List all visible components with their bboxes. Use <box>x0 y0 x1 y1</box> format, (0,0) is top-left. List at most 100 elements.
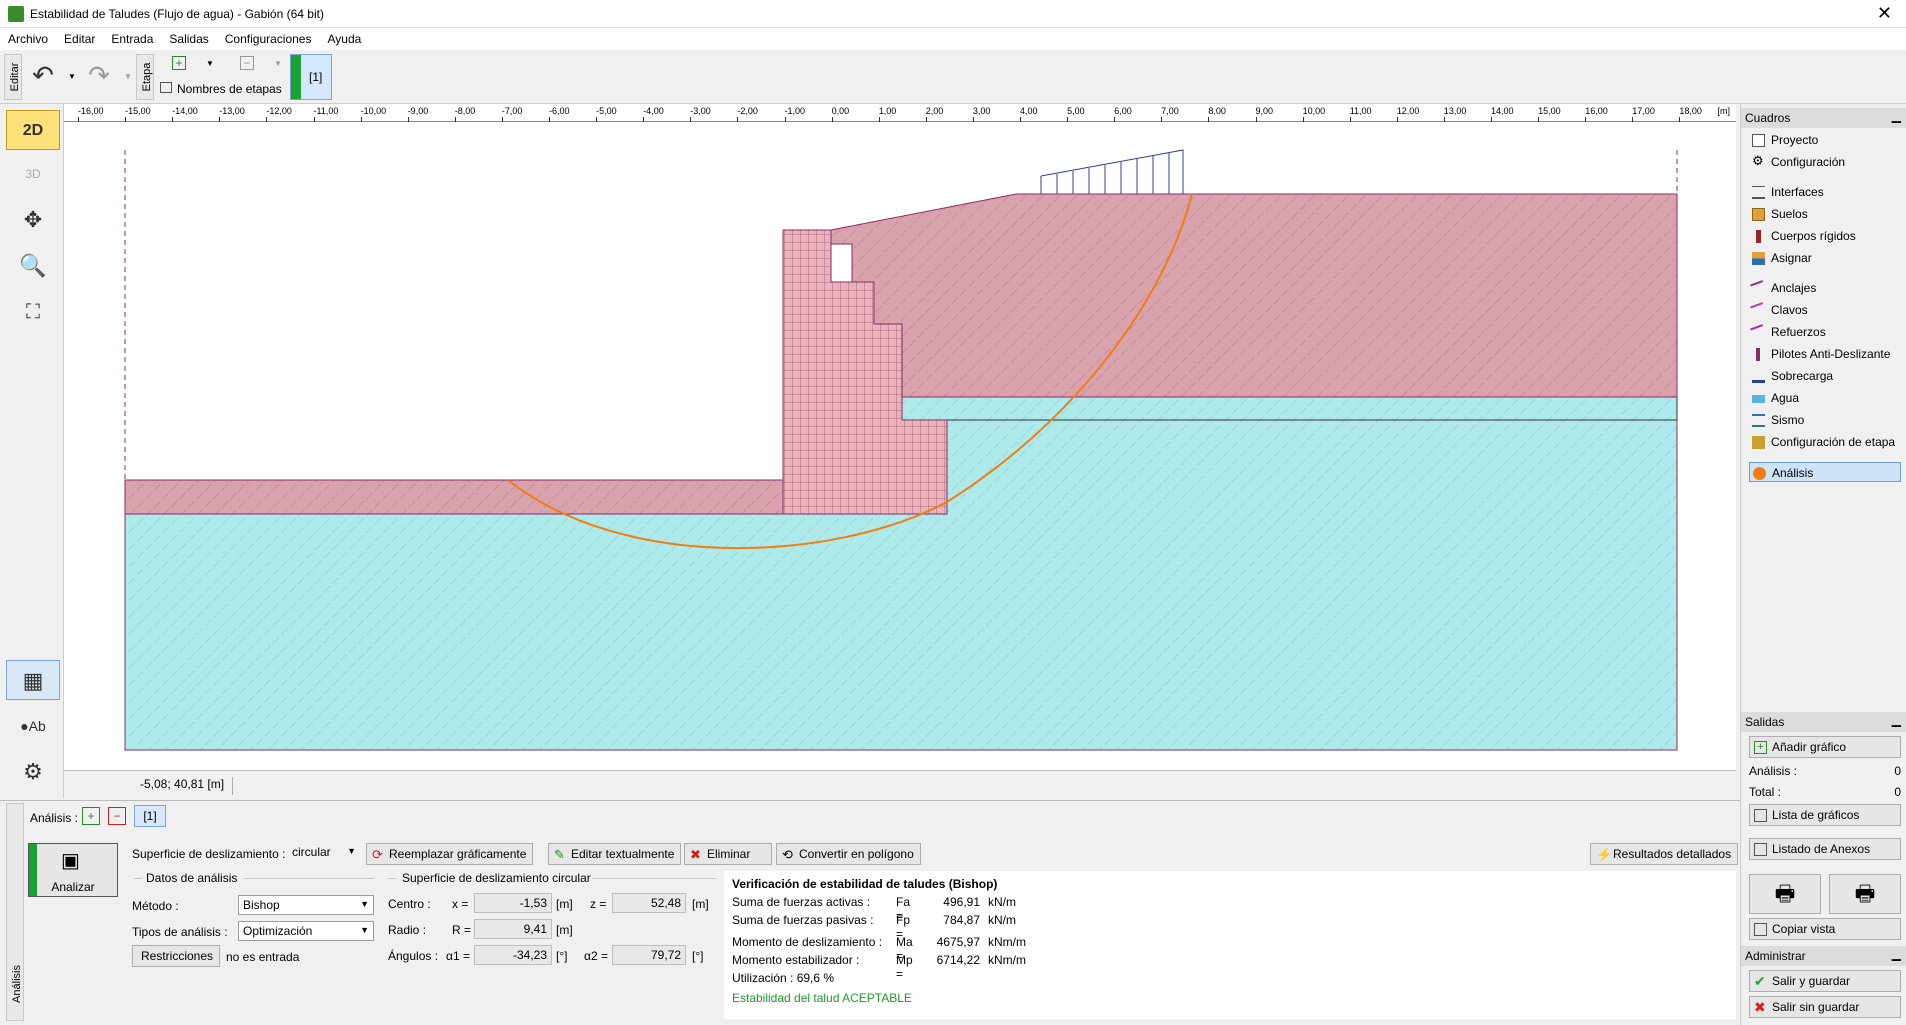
ruler-tick: 8,00 <box>1208 106 1226 122</box>
print-preview-icon[interactable]: 🖶 <box>1829 874 1901 914</box>
window-title: Estabilidad de Taludes (Flujo de agua) -… <box>30 7 324 21</box>
rigid-body-icon <box>1756 230 1761 243</box>
labels-icon[interactable]: ●Ab <box>6 706 60 746</box>
stage-tab[interactable]: Etapa <box>136 54 154 100</box>
frame-agua[interactable]: Agua <box>1749 388 1901 408</box>
alpha1-field[interactable]: -34,23 <box>474 945 552 965</box>
frame-anclajes[interactable]: Anclajes <box>1749 278 1901 298</box>
redo-dropdown-icon[interactable]: ▼ <box>124 72 132 81</box>
ruler-tick: -7,00 <box>501 106 523 122</box>
water-icon <box>1752 395 1765 403</box>
edit-textually-button[interactable]: ✎ Editar textualmente <box>548 843 682 865</box>
soil-icon <box>1752 208 1765 221</box>
radius-field[interactable]: 9,41 <box>474 919 552 939</box>
delete-button[interactable]: ✖ Eliminar <box>684 843 772 865</box>
menu-archivo[interactable]: Archivo <box>0 28 56 46</box>
frame-configuracion-etapa[interactable]: Configuración de etapa <box>1749 432 1901 452</box>
move-icon[interactable]: ✥ <box>6 200 60 240</box>
close-icon[interactable]: ✕ <box>1877 3 1892 24</box>
r-label: R = <box>452 923 472 937</box>
outputs-analysis-count: Análisis :0 <box>1749 764 1901 778</box>
menu-entrada[interactable]: Entrada <box>103 28 161 46</box>
ruler-tick: -4,00 <box>643 106 664 122</box>
soil-layer-red-upper[interactable] <box>830 193 1678 398</box>
frame-analisis[interactable]: Análisis <box>1749 462 1901 482</box>
menu-salidas[interactable]: Salidas <box>161 28 216 46</box>
centre-x-field[interactable]: -1,53 <box>474 893 552 913</box>
add-graph-button[interactable]: + Añadir gráfico <box>1749 736 1901 758</box>
frame-asignar[interactable]: Asignar <box>1749 248 1901 268</box>
annex-list-button[interactable]: Listado de Anexos <box>1749 838 1901 860</box>
exit-nosave-button[interactable]: ✖ Salir sin guardar <box>1749 996 1901 1018</box>
menu-configuraciones[interactable]: Configuraciones <box>217 28 320 46</box>
z-unit: [m] <box>692 897 709 911</box>
analysis-stage-button[interactable]: [1] <box>134 805 166 827</box>
frame-sobrecarga[interactable]: Sobrecarga <box>1749 366 1901 386</box>
restrictions-button[interactable]: Restricciones <box>132 945 221 967</box>
ruler-tick: 11,00 <box>1349 106 1372 122</box>
z-label: z = <box>590 897 607 911</box>
add-stage-icon[interactable]: + <box>172 56 186 70</box>
copy-icon <box>1754 923 1767 936</box>
remove-stage-dropdown-icon[interactable]: ▼ <box>274 59 282 68</box>
outputs-total-count: Total :0 <box>1749 785 1901 799</box>
settings-gear-icon[interactable]: ⚙ <box>6 752 60 792</box>
ruler-tick: 2,00 <box>925 106 944 122</box>
analyze-button[interactable]: ▣ Analizar <box>28 843 118 897</box>
soil-layer-red-lower[interactable] <box>124 479 784 515</box>
analysis-vertical-tab[interactable]: Análisis <box>6 803 24 1021</box>
analysis-type-select[interactable]: Optimización <box>238 921 374 941</box>
copy-view-button[interactable]: Copiar vista <box>1749 918 1901 940</box>
circle-group: Superficie de deslizamiento circular <box>402 871 591 885</box>
undo-dropdown-icon[interactable]: ▼ <box>68 72 76 81</box>
replace-graphically-button[interactable]: ⟳ Reemplazar gráficamente <box>366 843 534 865</box>
add-analysis-icon[interactable]: + <box>82 807 100 825</box>
add-stage-dropdown-icon[interactable]: ▼ <box>206 59 214 68</box>
alpha2-field[interactable]: 79,72 <box>612 945 686 965</box>
frame-interfaces[interactable]: Interfaces <box>1749 182 1901 202</box>
assign-icon <box>1752 252 1765 265</box>
edit-tab[interactable]: Editar <box>4 54 22 100</box>
ruler-tick: -13,00 <box>219 106 245 122</box>
table-icon[interactable]: ▦ <box>6 660 60 700</box>
method-select[interactable]: Bishop <box>238 895 374 915</box>
remove-stage-icon[interactable]: − <box>240 56 254 70</box>
stage-names-button[interactable]: Nombres de etapas <box>177 82 282 96</box>
ruler-tick: -2,00 <box>737 106 758 122</box>
zoom-icon[interactable]: 🔍 <box>6 246 60 286</box>
surcharge-load[interactable] <box>1040 149 1184 194</box>
stage-1-button[interactable]: [1] <box>290 54 332 100</box>
frame-clavos[interactable]: Clavos <box>1749 300 1901 320</box>
title-bar: Estabilidad de Taludes (Flujo de agua) -… <box>0 0 1906 28</box>
remove-analysis-icon[interactable]: − <box>108 807 126 825</box>
frame-sismo[interactable]: Sismo <box>1749 410 1901 430</box>
results-title: Verificación de estabilidad de taludes (… <box>732 877 998 891</box>
redo-icon[interactable]: ↷ <box>86 62 112 88</box>
undo-icon[interactable]: ↶ <box>30 62 56 88</box>
toolbar: Editar ↶ ▼ ↷ ▼ Etapa + ▼ − ▼ Nombres de … <box>0 50 1906 104</box>
menu-ayuda[interactable]: Ayuda <box>319 28 369 46</box>
graph-list-button[interactable]: Lista de gráficos <box>1749 804 1901 826</box>
frame-configuracion[interactable]: ⚙ Configuración <box>1749 152 1901 172</box>
frame-suelos[interactable]: Suelos <box>1749 204 1901 224</box>
convert-polygon-button[interactable]: ⟲ Convertir en polígono <box>776 843 921 865</box>
view-3d-button[interactable]: 3D <box>6 154 60 194</box>
model-canvas[interactable] <box>64 122 1736 770</box>
centre-z-field[interactable]: 52,48 <box>612 893 686 913</box>
frame-pilotes[interactable]: Pilotes Anti-Deslizante <box>1749 344 1901 364</box>
slip-surface-select[interactable]: circular <box>288 843 360 863</box>
slope-drawing <box>124 149 1678 751</box>
fit-view-icon[interactable]: ⛶ <box>6 292 60 332</box>
ruler-tick: 5,00 <box>1067 106 1085 122</box>
soil-layer-blue-thin[interactable] <box>901 396 1678 422</box>
r-unit: [m] <box>556 923 573 937</box>
save-exit-button[interactable]: ✔ Salir y guardar <box>1749 970 1901 992</box>
detailed-results-button[interactable]: ⚡ Resultados detallados <box>1590 843 1739 865</box>
frame-proyecto[interactable]: Proyecto <box>1749 130 1901 150</box>
menu-editar[interactable]: Editar <box>56 28 103 46</box>
list-icon <box>1754 843 1767 856</box>
print-icon[interactable]: 🖶 <box>1749 874 1821 914</box>
frame-cuerpos-rigidos[interactable]: Cuerpos rígidos <box>1749 226 1901 246</box>
frame-refuerzos[interactable]: Refuerzos <box>1749 322 1901 342</box>
view-2d-button[interactable]: 2D <box>6 110 60 150</box>
